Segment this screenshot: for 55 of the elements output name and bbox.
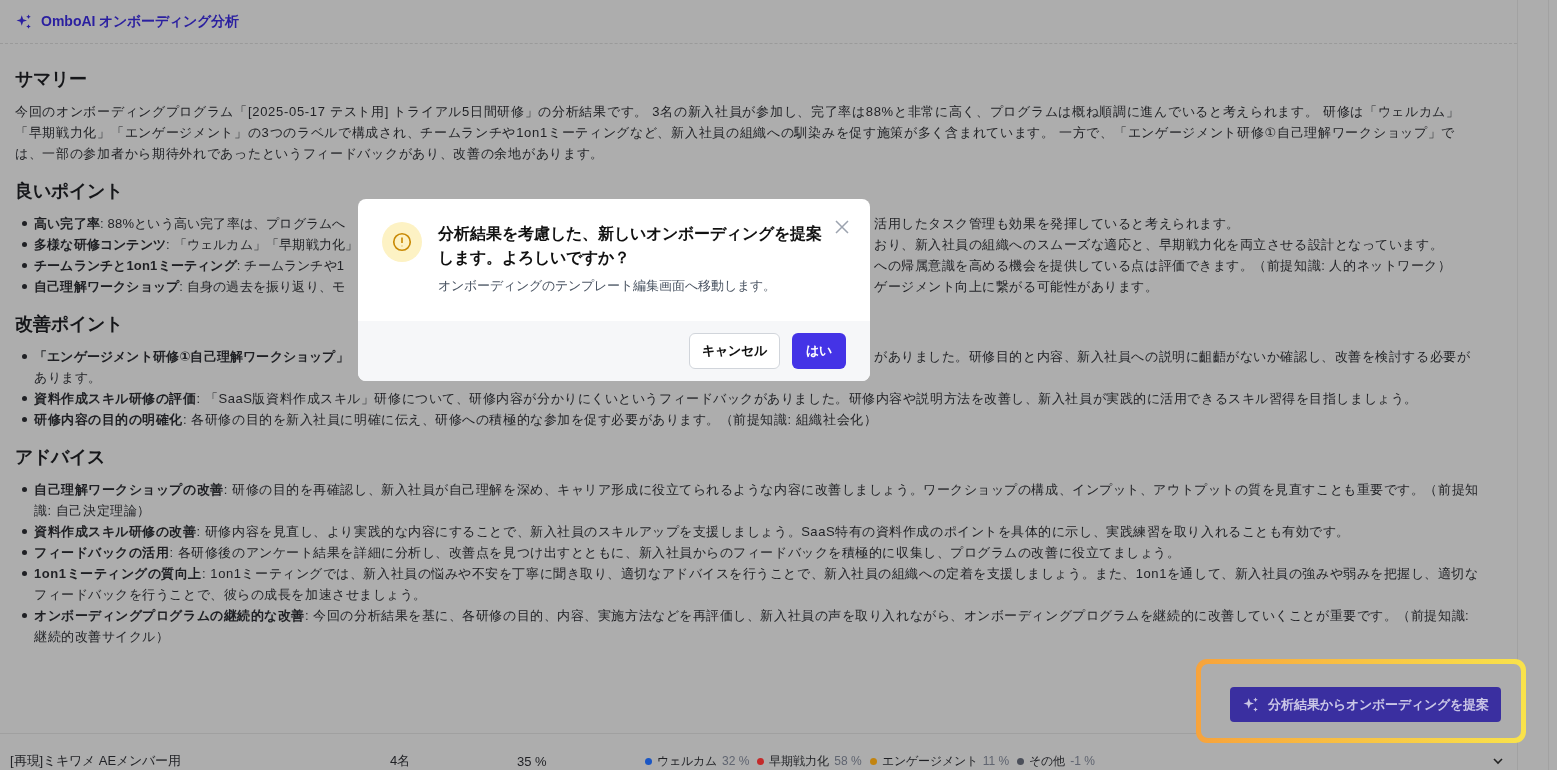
legend-value: 11 %	[982, 754, 1010, 768]
dialog-message: オンボーディングのテンプレート編集画面へ移動します。	[438, 277, 777, 295]
legend-value: -1 %	[1070, 754, 1095, 768]
bullet-icon	[22, 487, 27, 492]
cancel-button[interactable]: キャンセル	[689, 333, 780, 369]
section-heading: 良いポイント	[15, 180, 124, 203]
bullet-icon	[22, 263, 27, 268]
bullet-icon	[22, 613, 27, 618]
bullet-icon	[22, 221, 27, 226]
list-item-text: オンボーディングプログラムの継続的な改善: 今回の分析結果を基に、各研修の目的、内容、実施方法などを再評価し、新入社員の声を取り入れながら、オンボーディングプログラムを継続的に改善していくことが重要です。（前提知識: 継続的改善サイクル）	[34, 607, 1471, 646]
bullet-icon	[22, 396, 27, 401]
program-name: [再現]ミキワメ AEメンバー用	[10, 752, 183, 770]
warning-icon	[382, 222, 422, 262]
bullet-icon	[22, 550, 27, 555]
list-item-text: がありました。研修目的と内容、新入社員への説明に齟齬がないか確認し、改善を検討する必要が	[874, 348, 1471, 366]
list-item-text: ゲージメント向上に繋がる可能性があります。	[874, 278, 1159, 296]
legend-value: 58 %	[834, 754, 862, 768]
list-item-text: 高い完了率: 88%という高い完了率は、プログラムへ	[34, 216, 346, 231]
legend-label: 早期戦力化	[769, 752, 830, 770]
bullet-icon	[22, 242, 27, 247]
confirm-button[interactable]: はい	[792, 333, 846, 369]
list-item-text: 自己理解ワークショップ: 自身の過去を振り返り、モ	[34, 279, 346, 294]
panel-title: OmboAI オンボーディング分析	[41, 12, 240, 31]
bullet-icon	[22, 284, 27, 289]
sparkle-icon	[1242, 695, 1260, 714]
list-item-text: あります。	[34, 369, 103, 387]
legend-label: その他	[1029, 752, 1066, 770]
list-item-text: 自己理解ワークショップの改善: 研修の目的を再確認し、新入社員が自己理解を深め、キャリア形成に役立てられるような内容に改善しましょう。ワークショップの構成、インプット、アウトプットの質を見直すことも重要です。（前提知識: 自己決定理論）	[34, 481, 1480, 520]
list-item-text: 1on1ミーティングの質向上: 1on1ミーティングでは、新入社員の悩みや不安を丁寧に聞き取り、適切なアドバイスを行うことで、新入社員の組織への定着を支援しましょう。また、1on1を通して、新入社員の強みや弱みを把握し、適切なフィードバックを行うことで、彼らの成長を加速させましょう。	[34, 565, 1480, 604]
section-heading: アドバイス	[15, 446, 106, 469]
bullet-icon	[22, 354, 27, 359]
legend-label: エンゲージメント	[881, 752, 978, 770]
dialog-title: 分析結果を考慮した、新しいオンボーディングを提案します。よろしいですか？	[438, 224, 823, 268]
list-item-text: フィードバックの活用: 各研修後のアンケート結果を詳細に分析し、改善点を見つけ出すとともに、新入社員からのフィードバックを積極的に収集し、プログラムの改善に役立てましょう。	[34, 544, 1181, 562]
legend-label: ウェルカム	[657, 752, 717, 770]
list-item-text: への帰属意識を高める機会を提供している点は評価できます。（前提知識: 人的ネットワーク）	[874, 257, 1452, 275]
bullet-icon	[22, 529, 27, 534]
section-heading: 改善ポイント	[15, 313, 124, 336]
list-item-text: 資料作成スキル研修の評価: 「SaaS版資料作成スキル」研修について、研修内容が分かりにくいというフィードバックがありました。研修内容や説明方法を改善し、新入社員が実践的に活用できるスキル習得を目指しましょう。	[34, 390, 1418, 408]
sparkle-icon	[15, 12, 33, 31]
summary-text: 今回のオンボーディングプログラム「[2025-05-17 テスト用] トライアル5日間研修」の分析結果です。 3名の新入社員が参加し、完了率は88%と非常に高く、プログラムは概ね順調に進んでいると考えられます。 研修は「ウェルカム」「早期戦力化」「エンゲージメント」の3つのラベルで構成され、チームランチや1on1ミーティングなど、新入社員の組織への馴染みを促す施策が多く含まれています。 一方で、「エンゲージメント研修①自己理解ワークショップ」では、一部の参加者から期待外れであったというフィードバックがあり、改善の余地があります。	[15, 103, 1461, 163]
list-item-text: 活用したタスク管理も効果を発揮していると考えられます。	[874, 215, 1240, 233]
bullet-icon	[22, 571, 27, 576]
list-item-text: 研修内容の目的の明確化: 各研修の目的を新入社員に明確に伝え、研修への積極的な参加を促す必要があります。（前提知識: 組織社会化）	[34, 411, 878, 429]
legend-value: 32 %	[722, 754, 750, 768]
bullet-icon	[22, 417, 27, 422]
list-item-text: 「エンゲージメント研修①自己理解ワークショップ」	[34, 349, 349, 364]
list-item-text: チームランチと1on1ミーティング: チームランチや1	[34, 258, 345, 273]
section-heading: サマリー	[15, 68, 88, 91]
list-item-text: おり、新入社員の組織へのスムーズな適応と、早期戦力化を両立させる設計となっています。	[874, 236, 1444, 254]
list-item-text: 多様な研修コンテンツ: 「ウェルカム」「早期戦力化」	[34, 237, 359, 252]
list-item-text: 資料作成スキル研修の改善: 研修内容を見直し、より実践的な内容にすることで、新入社員のスキルアップを支援しましょう。SaaS特有の資料作成のポイントを具体的に示し、実践練習を取り入れることも有効です。	[34, 523, 1351, 541]
completion-rate: 35 %	[517, 753, 548, 769]
member-count: 4名	[390, 752, 412, 770]
propose-button[interactable]: 分析結果からオンボーディングを提案	[1230, 687, 1501, 722]
